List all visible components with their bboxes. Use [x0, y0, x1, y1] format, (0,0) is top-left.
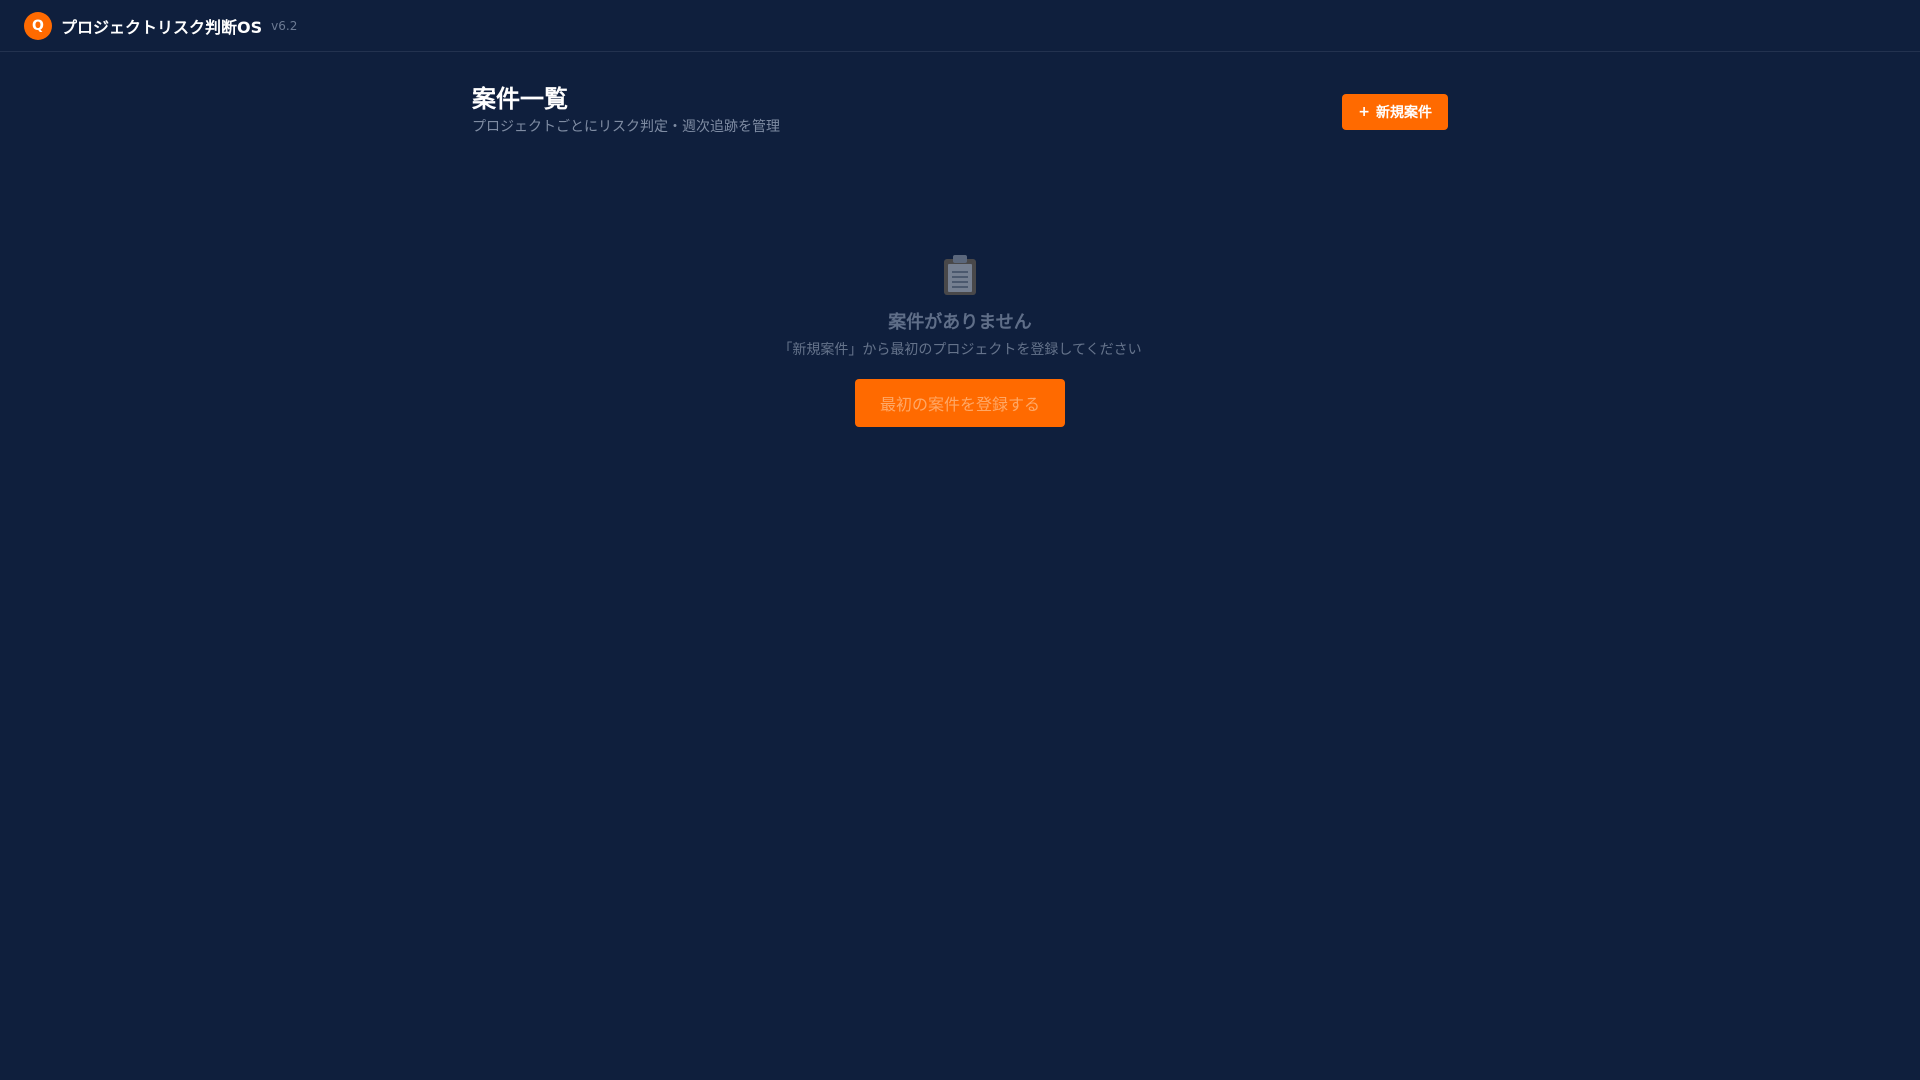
empty-state-description: 「新規案件」から最初のプロジェクトを登録してください — [778, 342, 1142, 358]
page-header: 案件一覧 プロジェクトごとにリスク判定・週次追跡を管理 + 新規案件 — [472, 84, 1448, 144]
clipboard-clip — [953, 255, 967, 263]
clipboard-line — [952, 281, 968, 283]
app-logo[interactable]: Q — [24, 11, 52, 40]
clipboard-line — [952, 276, 968, 278]
app-version: v6.2 — [271, 18, 298, 33]
plus-icon: + — [1358, 104, 1370, 120]
clipboard-line — [952, 271, 968, 273]
clipboard-line — [952, 286, 968, 288]
new-project-button-label: 新規案件 — [1376, 105, 1432, 121]
new-project-button[interactable]: + 新規案件 — [1342, 94, 1448, 130]
clipboard-icon — [944, 255, 976, 295]
top-bar: Q プロジェクトリスク判断OS v6.2 — [0, 0, 1920, 52]
app-title[interactable]: プロジェクトリスク判断OS — [61, 14, 262, 38]
app-logo-letter: Q — [32, 17, 44, 34]
register-first-project-button[interactable]: 最初の案件を登録する — [855, 379, 1065, 427]
page-title: 案件一覧 — [472, 85, 568, 113]
page-subtitle: プロジェクトごとにリスク判定・週次追跡を管理 — [472, 119, 780, 135]
empty-state-title: 案件がありません — [888, 312, 1032, 333]
empty-state: 案件がありません 「新規案件」から最初のプロジェクトを登録してください 最初の案… — [472, 255, 1448, 427]
